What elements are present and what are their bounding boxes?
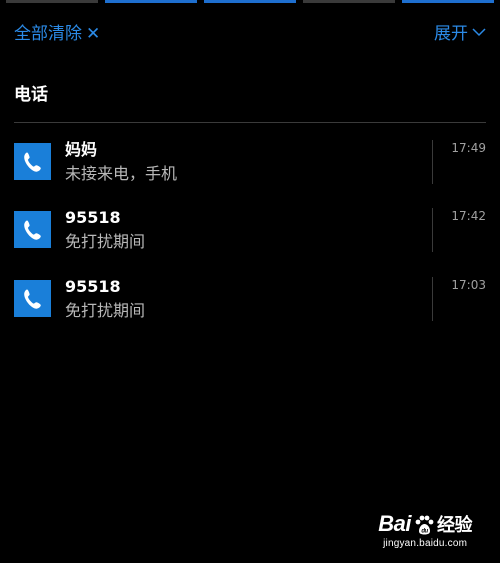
clear-all-label: 全部清除	[14, 24, 82, 44]
notification-item[interactable]: 95518 免打扰期间 17:03	[14, 277, 486, 333]
quick-action-tile[interactable]	[204, 0, 296, 3]
notification-item[interactable]: 妈妈 未接来电，手机 17:49	[14, 140, 486, 196]
notification-body: 免打扰期间	[65, 301, 146, 320]
divider	[14, 122, 486, 123]
phone-icon	[14, 280, 51, 317]
quick-action-tile[interactable]	[303, 0, 395, 3]
quick-action-strip	[0, 0, 500, 4]
quick-action-tile[interactable]	[105, 0, 197, 3]
notification-title: 95518	[65, 277, 121, 296]
paw-icon: du	[415, 515, 434, 535]
notification-title: 妈妈	[65, 140, 98, 159]
notification-time: 17:42	[451, 209, 486, 223]
watermark-url: jingyan.baidu.com	[383, 538, 468, 549]
phone-icon	[14, 143, 51, 180]
phone-icon	[14, 211, 51, 248]
svg-text:du: du	[421, 529, 428, 535]
divider	[432, 140, 433, 184]
logo-prefix: Bai	[378, 511, 411, 536]
quick-action-tile[interactable]	[6, 0, 98, 3]
notification-body: 未接来电，手机	[65, 164, 178, 183]
notification-time: 17:03	[451, 278, 486, 292]
quick-action-tile[interactable]	[402, 0, 494, 3]
chevron-down-icon	[472, 28, 486, 37]
notification-group-title: 电话	[14, 85, 48, 105]
clear-all-button[interactable]: 全部清除 ✕	[14, 24, 100, 44]
expand-button[interactable]: 展开	[434, 24, 486, 44]
notification-body: 免打扰期间	[65, 232, 146, 251]
baidu-watermark: Bai du 经验 jingyan.baidu.com	[378, 511, 472, 549]
logo-suffix: 经验	[437, 515, 473, 536]
notification-title: 95518	[65, 208, 121, 227]
notification-time: 17:49	[451, 141, 486, 155]
divider	[432, 277, 433, 321]
baidu-logo: Bai du 经验	[378, 511, 472, 537]
notification-item[interactable]: 95518 免打扰期间 17:42	[14, 208, 486, 264]
close-icon: ✕	[86, 24, 101, 44]
divider	[432, 208, 433, 252]
expand-label: 展开	[434, 24, 468, 44]
